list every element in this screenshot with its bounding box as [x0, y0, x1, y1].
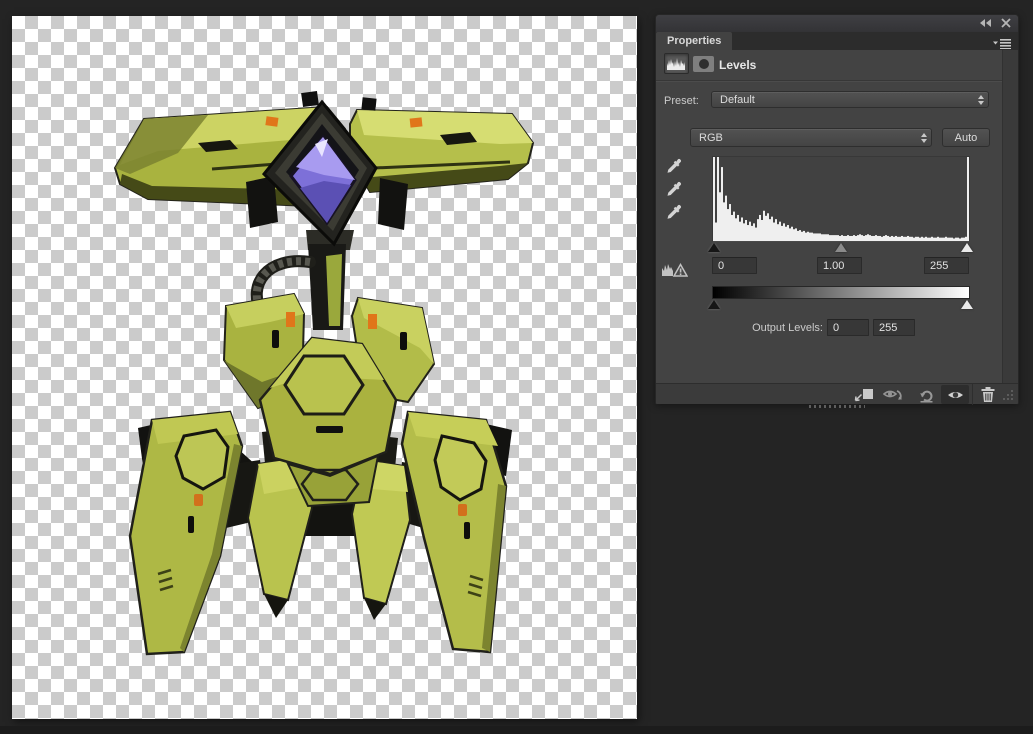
histogram-display [712, 156, 970, 242]
shadows-input-field[interactable] [712, 257, 757, 274]
output-high-field[interactable] [873, 319, 915, 336]
view-previous-state-icon[interactable] [882, 386, 906, 403]
tab-properties[interactable]: Properties [656, 32, 732, 50]
midtones-input-slider[interactable] [835, 243, 847, 252]
shadows-input-slider[interactable] [708, 243, 720, 252]
gray-point-eyedropper-icon[interactable] [665, 181, 682, 197]
clipping-mask-icon[interactable] [693, 56, 714, 72]
adjustment-title: Levels [719, 58, 756, 72]
robot-artwork [12, 16, 637, 719]
document-canvas[interactable] [12, 16, 637, 719]
clip-to-layer-icon[interactable] [851, 386, 875, 403]
delete-trash-icon[interactable] [976, 386, 1000, 403]
reset-icon[interactable] [914, 386, 938, 403]
levels-adjustment-icon[interactable] [664, 53, 689, 74]
output-highlight-slider[interactable] [961, 300, 973, 309]
output-levels-label: Output Levels: [676, 322, 823, 334]
auto-button[interactable]: Auto [942, 128, 990, 147]
collapse-panels-icon[interactable] [979, 15, 992, 33]
histogram-bars [713, 157, 969, 241]
panel-footer-toolbar [656, 383, 1018, 404]
panel-scrollbar-track[interactable] [1002, 50, 1018, 383]
divider [656, 80, 1002, 82]
highlights-input-slider[interactable] [961, 243, 973, 252]
app-bottom-edge [0, 726, 1033, 734]
panel-tabbar: Properties [656, 32, 1018, 50]
preset-dropdown[interactable]: Default [711, 91, 989, 108]
white-point-eyedropper-icon[interactable] [665, 204, 682, 220]
photoshop-workspace: Properties Levels Preset: Default [0, 0, 1033, 734]
output-gradient-bar [712, 286, 970, 299]
preset-label: Preset: [664, 95, 699, 107]
visibility-eye-icon[interactable] [943, 386, 967, 403]
uncached-histogram-warning-icon[interactable] [661, 258, 688, 283]
output-low-field[interactable] [827, 319, 869, 336]
updown-arrows-icon [921, 133, 927, 143]
highlights-input-field[interactable] [924, 257, 969, 274]
close-icon[interactable] [1001, 15, 1011, 33]
resize-grip-icon[interactable] [1000, 386, 1016, 403]
output-shadow-slider[interactable] [708, 300, 720, 309]
panel-resize-handle[interactable] [809, 405, 865, 408]
panel-titlebar [656, 15, 1018, 32]
black-point-eyedropper-icon[interactable] [665, 158, 682, 174]
updown-arrows-icon [978, 95, 984, 105]
properties-panel: Properties Levels Preset: Default [655, 14, 1019, 404]
midtones-input-field[interactable] [817, 257, 862, 274]
divider [972, 384, 973, 405]
channel-dropdown[interactable]: RGB [690, 128, 932, 147]
